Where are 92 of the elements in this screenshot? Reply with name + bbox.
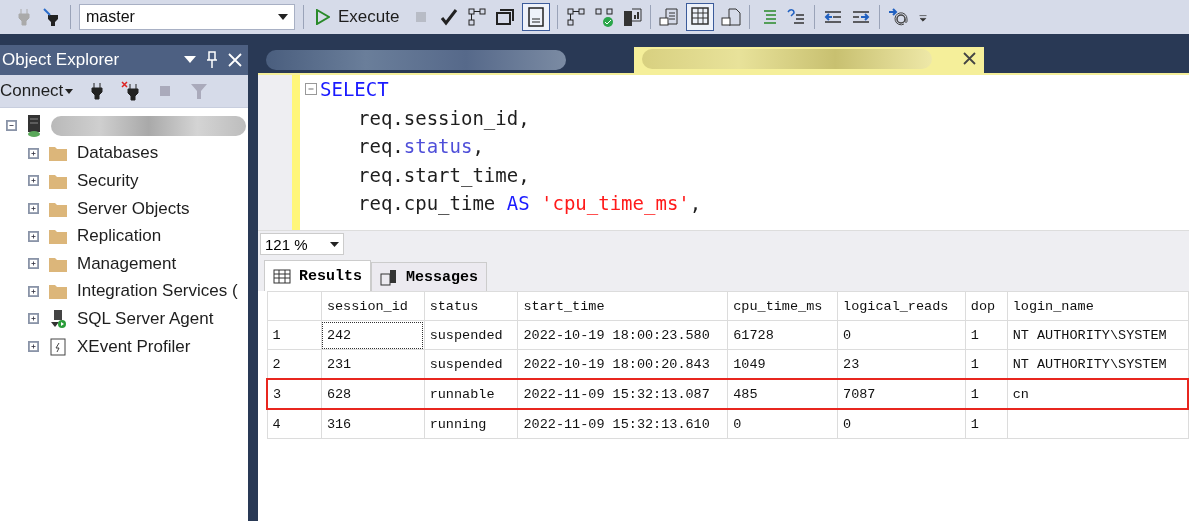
parameters-icon[interactable] [888,7,909,27]
expand-toggle[interactable] [28,313,39,325]
table-cell: 628 [321,379,425,409]
table-cell: 0 [837,320,966,350]
expand-toggle[interactable] [6,120,17,132]
column-header[interactable]: logical_reads [837,291,966,321]
column-header[interactable]: status [424,291,518,321]
caret-icon [65,88,74,94]
folder-icon [49,173,67,189]
tree-item[interactable]: Management [0,249,248,278]
folder-icon [49,228,67,245]
expand-toggle[interactable] [28,203,39,215]
expand-toggle[interactable] [28,341,39,353]
table-cell: 316 [321,409,425,439]
diagram-check-icon[interactable] [594,7,615,27]
close-icon[interactable] [963,52,976,65]
expand-toggle[interactable] [28,285,39,297]
grid-results-icon[interactable] [687,4,714,30]
row-number: 2 [267,349,322,379]
file-results-icon[interactable] [721,7,742,27]
text-results-icon[interactable] [659,7,680,27]
table-cell: 1 [965,409,1008,439]
windows-icon[interactable] [495,7,516,27]
profiler-icon [49,337,67,356]
server-chart-icon[interactable] [622,7,643,27]
caret-icon [330,241,339,247]
connect-button[interactable]: Connect [0,81,74,101]
tree-item[interactable]: Server Objects [0,194,248,223]
folder-icon [49,145,67,162]
table-cell: 1 [965,379,1008,409]
table-cell: suspended [424,320,518,350]
column-header[interactable]: login_name [1007,291,1188,321]
code-line: req.start_time, [358,162,530,189]
diagram-icon[interactable] [467,7,488,27]
table-cell: 2022-11-09 15:32:13.610 [518,409,728,439]
table-cell: 2022-10-19 18:00:23.580 [518,320,728,350]
dropdown-icon[interactable] [184,56,196,64]
table-cell: runnable [424,379,518,409]
table-cell: 485 [727,379,838,409]
collapse-icon[interactable] [305,83,317,96]
caret-icon[interactable] [278,14,288,20]
zoom-dropdown[interactable]: 121 % [260,233,344,255]
folder-icon [49,255,67,272]
column-header[interactable]: cpu_time_ms [727,291,838,321]
diagram-icon[interactable] [566,7,587,27]
row-number: 3 [267,379,322,409]
code-line: req.cpu_time AS 'cpu_time_ms', [358,191,702,217]
table-cell: 7087 [837,379,966,409]
table-cell: cn [1007,379,1188,409]
pin-icon[interactable] [206,51,218,69]
table-cell: 61728 [727,320,838,350]
tree-item[interactable]: XEvent Profiler [0,332,248,361]
code-line: SELECT [320,77,389,102]
tree-item[interactable]: Security [0,167,248,195]
row-number: 4 [267,409,322,439]
play-icon [316,9,330,25]
code-line: req.status, [358,134,484,159]
tree-item[interactable]: SQL Server Agent [0,305,248,333]
column-header[interactable]: start_time [518,291,728,321]
code-editor[interactable]: SELECT req.session_id, req.status, req.start_time, req.cpu_time AS 'cpu_time_ms', [300,75,1189,230]
grid-icon [273,268,291,284]
table-cell: 2022-11-09 15:32:13.087 [518,379,728,409]
tree-item[interactable]: Integration Services ( [0,277,248,306]
code-line: req.session_id, [358,105,530,132]
table-cell: 1 [965,320,1008,350]
expand-toggle[interactable] [28,175,39,187]
expand-toggle[interactable] [28,258,39,270]
folder-icon [49,283,67,300]
results-tab[interactable]: Messages [371,262,488,291]
column-header[interactable]: session_id [321,291,425,321]
table-cell: running [424,409,518,439]
messages-icon [380,268,398,286]
server-icon [27,114,41,137]
results-tab[interactable]: Results [264,260,371,291]
form-icon[interactable] [523,4,550,30]
expand-toggle[interactable] [28,230,39,242]
table-cell: 242 [321,320,425,350]
row-number: 1 [267,320,322,350]
tree-item[interactable]: Replication [0,222,248,250]
table-cell: 0 [837,409,966,439]
disconnect-icon[interactable] [121,81,142,101]
column-header[interactable]: dop [965,291,1008,321]
table-cell: NT AUTHORITY\SYSTEM [1007,320,1188,350]
folder-icon [49,200,67,217]
agent-icon [49,309,67,328]
execute-button[interactable]: Execute [312,7,404,27]
database-dropdown[interactable]: master [79,4,295,30]
tree-item[interactable]: Databases [0,139,248,168]
table-cell: 0 [727,409,838,439]
checkmark-icon[interactable] [439,7,460,27]
expand-toggle[interactable] [28,147,39,159]
panel-title: Object Explorer [2,50,120,70]
